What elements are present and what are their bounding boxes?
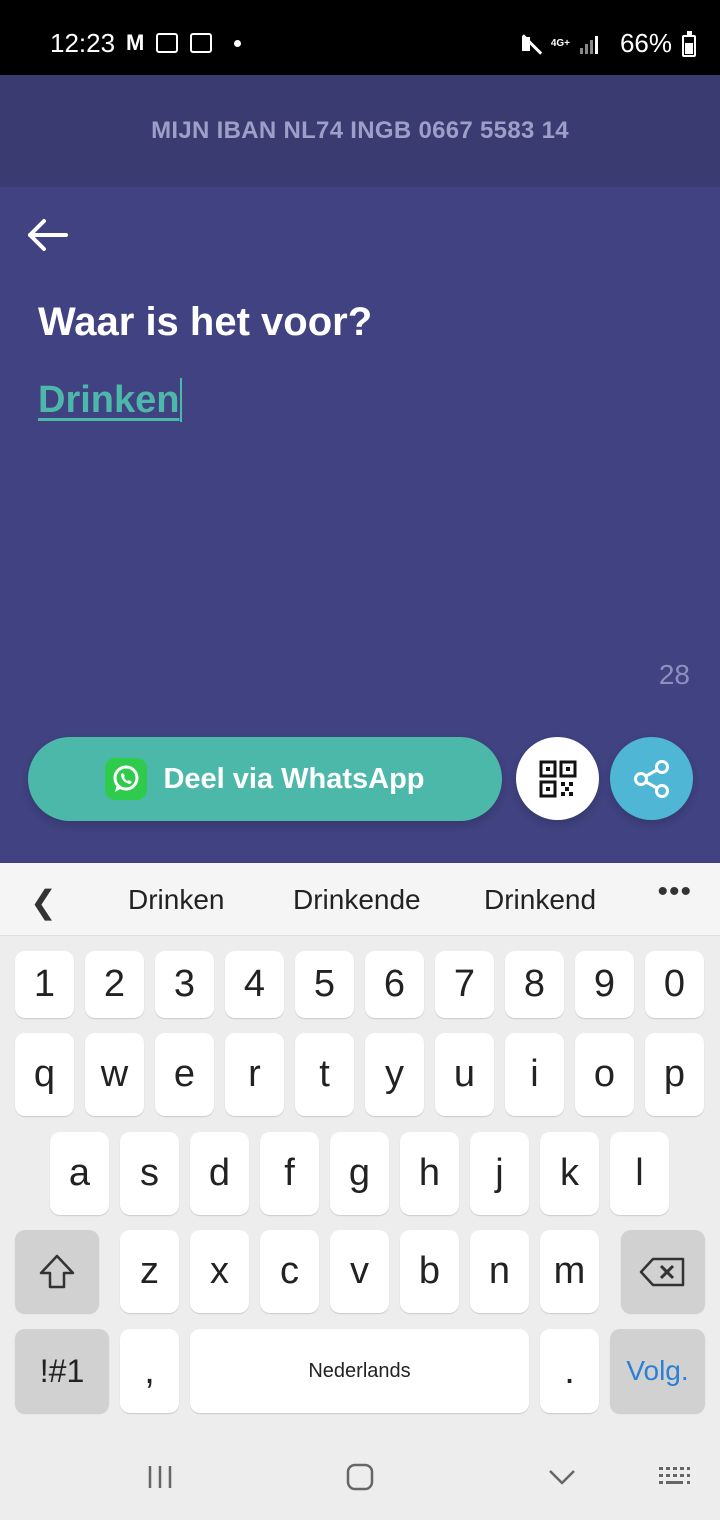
key-e[interactable]: e xyxy=(155,1033,214,1116)
share-whatsapp-button[interactable]: Deel via WhatsApp xyxy=(28,737,502,821)
space-key[interactable]: Nederlands xyxy=(190,1329,529,1413)
back-button[interactable] xyxy=(26,217,70,253)
key-o[interactable]: o xyxy=(575,1033,634,1116)
key-n[interactable]: n xyxy=(470,1230,529,1313)
key-b[interactable]: b xyxy=(400,1230,459,1313)
chevron-down-icon xyxy=(549,1470,575,1485)
key-c[interactable]: c xyxy=(260,1230,319,1313)
navigation-bar xyxy=(0,1434,720,1520)
suggestion-item[interactable]: Drinkend xyxy=(484,884,596,916)
suggestion-back-icon[interactable]: ❮ xyxy=(30,883,57,921)
comma-key[interactable]: , xyxy=(120,1329,179,1413)
home-button[interactable] xyxy=(345,1462,375,1497)
key-t[interactable]: t xyxy=(295,1033,354,1116)
hide-keyboard-button[interactable] xyxy=(547,1462,577,1497)
key-y[interactable]: y xyxy=(365,1033,424,1116)
key-0[interactable]: 0 xyxy=(645,951,704,1018)
recent-apps-icon xyxy=(148,1466,172,1488)
description-input[interactable]: Drinken xyxy=(38,378,183,422)
key-6[interactable]: 6 xyxy=(365,951,424,1018)
gallery-icon xyxy=(156,33,179,53)
key-w[interactable]: w xyxy=(85,1033,144,1116)
whatsapp-icon xyxy=(105,758,148,800)
share-icon xyxy=(633,759,669,798)
key-3[interactable]: 3 xyxy=(155,951,214,1018)
notification-icons: M xyxy=(126,30,242,55)
key-2[interactable]: 2 xyxy=(85,951,144,1018)
network-type: 4G+ xyxy=(550,38,570,49)
backspace-icon xyxy=(639,1257,685,1286)
iban-text: MIJN IBAN NL74 INGB 0667 5583 14 xyxy=(151,117,569,144)
symbols-key[interactable]: !#1 xyxy=(15,1329,109,1413)
status-time: 12:23 xyxy=(50,28,116,58)
next-key[interactable]: Volg. xyxy=(610,1329,705,1413)
home-icon xyxy=(346,1463,374,1491)
key-h[interactable]: h xyxy=(400,1132,459,1215)
keyboard-icon xyxy=(659,1467,690,1484)
mute-icon xyxy=(519,33,541,55)
char-counter: 28 xyxy=(658,659,690,690)
period-key[interactable]: . xyxy=(540,1329,599,1413)
iban-banner: MIJN IBAN NL74 INGB 0667 5583 14 xyxy=(0,75,720,187)
key-m[interactable]: m xyxy=(540,1230,599,1313)
suggestion-bar: ❮ Drinken Drinkende Drinkend ••• xyxy=(0,863,720,936)
signal-icon xyxy=(580,34,598,54)
gmail-icon: M xyxy=(126,30,145,55)
text-cursor xyxy=(180,378,183,422)
status-bar: 12:23 M 4G+ 66% xyxy=(0,0,720,75)
key-1[interactable]: 1 xyxy=(15,951,74,1018)
key-p[interactable]: p xyxy=(645,1033,704,1116)
key-9[interactable]: 9 xyxy=(575,951,634,1018)
battery-icon xyxy=(682,31,696,57)
key-f[interactable]: f xyxy=(260,1132,319,1215)
more-options-icon[interactable]: ••• xyxy=(657,875,692,909)
key-4[interactable]: 4 xyxy=(225,951,284,1018)
outlook-icon xyxy=(190,33,213,53)
key-v[interactable]: v xyxy=(330,1230,389,1313)
status-right-icons: 4G+ xyxy=(519,33,598,55)
qr-code-button[interactable] xyxy=(516,737,599,820)
share-whatsapp-label: Deel via WhatsApp xyxy=(163,762,425,795)
keyboard-switch-button[interactable] xyxy=(657,1462,691,1497)
key-7[interactable]: 7 xyxy=(435,951,494,1018)
qr-code-icon xyxy=(539,760,576,797)
suggestion-item[interactable]: Drinken xyxy=(128,884,224,916)
backspace-key[interactable] xyxy=(621,1230,705,1313)
key-r[interactable]: r xyxy=(225,1033,284,1116)
description-input-value[interactable]: Drinken xyxy=(38,379,179,422)
share-button[interactable] xyxy=(610,737,693,820)
key-i[interactable]: i xyxy=(505,1033,564,1116)
key-z[interactable]: z xyxy=(120,1230,179,1313)
key-x[interactable]: x xyxy=(190,1230,249,1313)
request-description-screen: Waar is het voor? Drinken 28 Deel via Wh… xyxy=(0,187,720,863)
key-d[interactable]: d xyxy=(190,1132,249,1215)
key-j[interactable]: j xyxy=(470,1132,529,1215)
key-5[interactable]: 5 xyxy=(295,951,354,1018)
key-l[interactable]: l xyxy=(610,1132,669,1215)
keyboard: ❮ Drinken Drinkende Drinkend ••• 1 2 3 4… xyxy=(0,863,720,1520)
key-q[interactable]: q xyxy=(15,1033,74,1116)
page-title: Waar is het voor? xyxy=(38,300,373,344)
suggestion-item[interactable]: Drinkende xyxy=(293,884,421,916)
key-8[interactable]: 8 xyxy=(505,951,564,1018)
key-g[interactable]: g xyxy=(330,1132,389,1215)
shift-icon xyxy=(39,1254,75,1288)
recent-apps-button[interactable] xyxy=(145,1462,175,1497)
key-u[interactable]: u xyxy=(435,1033,494,1116)
arrow-left-icon xyxy=(28,219,68,251)
shift-key[interactable] xyxy=(15,1230,99,1313)
more-notifications-icon xyxy=(234,39,242,47)
key-s[interactable]: s xyxy=(120,1132,179,1215)
battery-percent: 66% xyxy=(619,28,672,58)
key-k[interactable]: k xyxy=(540,1132,599,1215)
key-a[interactable]: a xyxy=(50,1132,109,1215)
